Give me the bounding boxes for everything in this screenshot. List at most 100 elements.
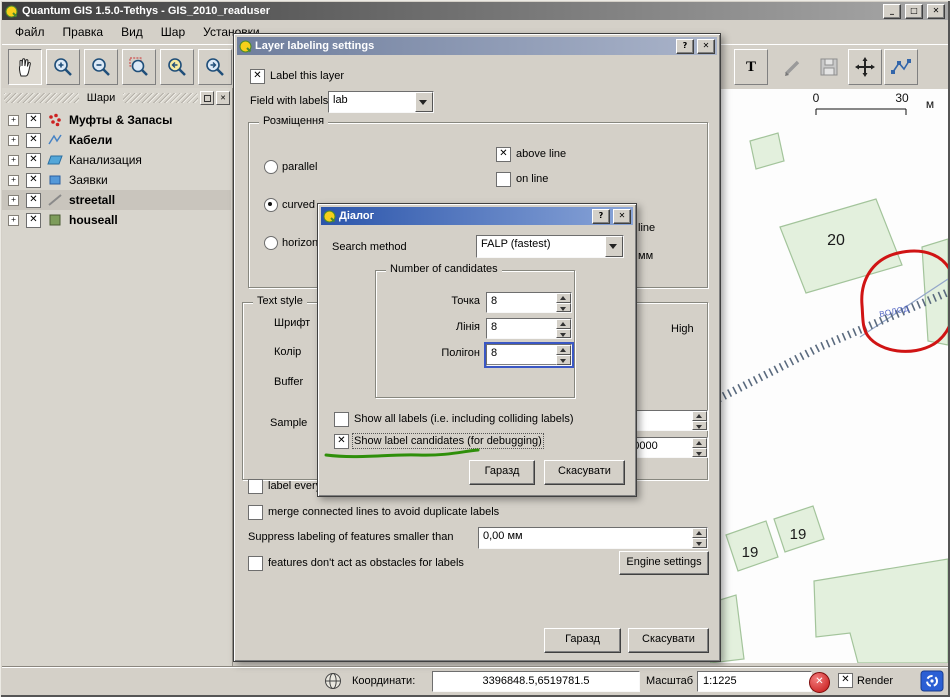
globe-icon: [323, 671, 343, 691]
layer-checkbox[interactable]: ✕: [26, 153, 41, 168]
cancel-button[interactable]: Скасувати: [544, 460, 625, 485]
expand-icon[interactable]: +: [8, 195, 19, 206]
obstacles-checkbox[interactable]: [248, 556, 263, 571]
engine-settings-button[interactable]: Engine settings: [619, 551, 709, 575]
label-this-layer-checkbox[interactable]: ✕: [250, 69, 265, 84]
layer-row-kanalizacia[interactable]: + ✕ Канализация: [2, 150, 231, 170]
polygon-layer-icon: [47, 172, 63, 188]
on-line-checkbox[interactable]: [496, 172, 511, 187]
spinner-arrows[interactable]: [692, 528, 707, 548]
spinner-arrows[interactable]: [692, 411, 707, 430]
zoom-next-button[interactable]: [198, 49, 232, 85]
dropdown-arrow-icon[interactable]: [415, 92, 433, 112]
save-edits-button[interactable]: [812, 49, 846, 85]
label-every-checkbox[interactable]: [248, 479, 263, 494]
expand-icon[interactable]: +: [8, 155, 19, 166]
stop-render-button[interactable]: ✕: [809, 672, 830, 693]
edit-tool-button[interactable]: [776, 49, 810, 85]
zoom-in-button[interactable]: [46, 49, 80, 85]
zoom-to-selection-button[interactable]: [122, 49, 156, 85]
layer-checkbox[interactable]: ✕: [26, 173, 41, 188]
panel-grip[interactable]: [123, 93, 198, 103]
zoom-out-button[interactable]: [84, 49, 118, 85]
label-tool-button[interactable]: T: [734, 49, 768, 85]
dropdown-arrow-icon[interactable]: [605, 236, 623, 257]
menu-view[interactable]: Вид: [112, 22, 152, 42]
line-candidates-spinner[interactable]: 8: [486, 318, 572, 339]
spinner-arrows[interactable]: [692, 438, 707, 457]
main-titlebar[interactable]: Quantum GIS 1.5.0-Tethys - GIS_2010_read…: [2, 2, 948, 20]
maximize-button[interactable]: □: [905, 4, 923, 19]
close-button[interactable]: ✕: [613, 209, 631, 224]
spin-down-icon[interactable]: [692, 421, 707, 431]
expand-icon[interactable]: +: [8, 215, 19, 226]
expand-icon[interactable]: +: [8, 135, 19, 146]
spin-up-icon[interactable]: [556, 319, 571, 329]
layer-tree: + ✕ Муфты & Запасы + ✕ Кабели + ✕: [2, 110, 231, 230]
layer-row-mufty[interactable]: + ✕ Муфты & Запасы: [2, 110, 231, 130]
layer-checkbox[interactable]: ✕: [26, 113, 41, 128]
coordinates-field[interactable]: 3396848.5,6519781.5: [432, 671, 640, 692]
menu-layer[interactable]: Шар: [152, 22, 194, 42]
render-checkbox[interactable]: ✕: [838, 673, 853, 688]
cancel-button[interactable]: Скасувати: [628, 628, 709, 653]
pan-tool-button[interactable]: [8, 49, 42, 85]
spin-up-icon[interactable]: [692, 528, 707, 538]
menu-edit[interactable]: Правка: [54, 22, 113, 42]
on-line-label: on line: [516, 173, 548, 185]
show-all-labels-checkbox[interactable]: [334, 412, 349, 427]
close-button[interactable]: ✕: [927, 4, 945, 19]
layer-row-streetall[interactable]: + ✕ streetall: [2, 190, 231, 210]
merge-lines-checkbox[interactable]: [248, 505, 263, 520]
above-line-checkbox[interactable]: ✕: [496, 147, 511, 162]
horizontal-radio[interactable]: [264, 236, 278, 250]
minimize-button[interactable]: _: [883, 4, 901, 19]
ok-button[interactable]: Гаразд: [544, 628, 621, 653]
spin-up-icon[interactable]: [692, 438, 707, 448]
spin-down-icon[interactable]: [692, 538, 707, 548]
qgis-news-button[interactable]: [920, 670, 944, 695]
curved-radio[interactable]: [264, 198, 278, 212]
spinner-arrows[interactable]: [556, 345, 571, 365]
spin-up-icon[interactable]: [556, 293, 571, 303]
help-button[interactable]: ?: [592, 209, 610, 224]
extent-button[interactable]: [323, 671, 343, 691]
field-with-labels-dropdown[interactable]: lab: [328, 91, 434, 113]
layer-checkbox[interactable]: ✕: [26, 193, 41, 208]
ok-button[interactable]: Гаразд: [469, 460, 535, 485]
layer-checkbox[interactable]: ✕: [26, 213, 41, 228]
menu-file[interactable]: Файл: [6, 22, 54, 42]
spin-down-icon[interactable]: [556, 329, 571, 339]
map-canvas[interactable]: 0 30 м 20 19 19 ВОЛОД: [710, 89, 948, 663]
spin-down-icon[interactable]: [556, 355, 571, 365]
spin-up-icon[interactable]: [692, 411, 707, 421]
spin-down-icon[interactable]: [556, 303, 571, 313]
dialog-titlebar[interactable]: Діалог ? ✕: [321, 207, 633, 225]
parallel-radio[interactable]: [264, 160, 278, 174]
panel-close-button[interactable]: ✕: [216, 91, 230, 105]
zoom-last-button[interactable]: [160, 49, 194, 85]
panel-float-button[interactable]: [200, 91, 214, 105]
point-candidates-spinner[interactable]: 8: [486, 292, 572, 313]
scale-field[interactable]: 1:1225: [697, 671, 812, 692]
expand-icon[interactable]: +: [8, 115, 19, 126]
move-feature-button[interactable]: [848, 49, 882, 85]
layer-checkbox[interactable]: ✕: [26, 133, 41, 148]
node-tool-button[interactable]: [884, 49, 918, 85]
polygon-candidates-spinner[interactable]: 8: [486, 344, 572, 366]
spinner-arrows[interactable]: [556, 293, 571, 312]
layer-row-zayavki[interactable]: + ✕ Заявки: [2, 170, 231, 190]
expand-icon[interactable]: +: [8, 175, 19, 186]
layer-row-houseall[interactable]: + ✕ houseall: [2, 210, 231, 230]
spinner-arrows[interactable]: [556, 319, 571, 338]
search-method-dropdown[interactable]: FALP (fastest): [476, 235, 624, 258]
panel-grip[interactable]: [4, 93, 79, 103]
layer-row-kabeli[interactable]: + ✕ Кабели: [2, 130, 231, 150]
close-button[interactable]: ✕: [697, 39, 715, 54]
spin-down-icon[interactable]: [692, 448, 707, 458]
suppress-size-spinner[interactable]: 0,00 мм: [478, 527, 708, 549]
layers-panel-header[interactable]: Шари ✕: [4, 90, 230, 106]
spin-up-icon[interactable]: [556, 345, 571, 355]
dialog-titlebar[interactable]: Layer labeling settings ? ✕: [237, 37, 717, 55]
help-button[interactable]: ?: [676, 39, 694, 54]
